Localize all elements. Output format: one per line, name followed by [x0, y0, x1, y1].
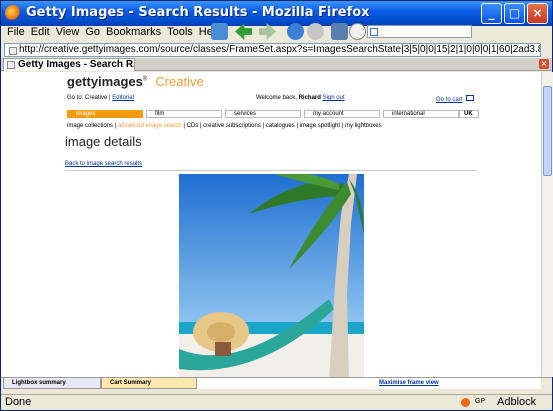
cart-summary-label: Cart Summary: [110, 380, 152, 386]
maximise-frame-link[interactable]: Maximise frame view: [379, 380, 439, 386]
logo-getty-text: gettyimages: [67, 74, 143, 89]
reload-icon[interactable]: [287, 23, 304, 40]
image-preview[interactable]: [179, 174, 364, 377]
stop-icon[interactable]: [307, 23, 324, 40]
tab-getty[interactable]: Getty Images - Search R...: [3, 58, 135, 71]
back-to-results-link[interactable]: Back to image search results: [65, 161, 142, 167]
address-bar-area: http://creative.gettyimages.com/source/c…: [1, 42, 552, 58]
user-name: Richard: [298, 95, 321, 101]
welcome-text: Welcome back, Richard Sign out: [256, 95, 345, 101]
search-engine-icon[interactable]: [370, 28, 378, 36]
cart-summary-tab[interactable]: Cart Summary: [101, 378, 197, 389]
tab-strip: Getty Images - Search R... ×: [1, 58, 552, 71]
page-content: gettyimages® Creative Go to: Creative | E…: [1, 72, 541, 377]
cart-icon[interactable]: [466, 95, 475, 101]
bottom-frame-body: Maximise frame view: [197, 378, 541, 389]
bottom-frame-bar: Lightbox summary Cart Summary Maximise f…: [1, 377, 552, 389]
tab-uk[interactable]: UK: [459, 110, 479, 118]
go-to-editorial-link[interactable]: Editorial: [112, 95, 134, 101]
go-to-bar: Go to: Creative | Editorial: [67, 95, 134, 101]
go-to-label: Go to:: [67, 95, 84, 101]
menu-bookmarks[interactable]: Bookmarks: [106, 26, 161, 38]
getty-logo[interactable]: gettyimages® Creative: [67, 74, 204, 89]
cart-link-wrap: Go to cart: [436, 95, 475, 103]
subnav-catalogues[interactable]: catalogues: [266, 123, 295, 129]
vertical-scrollbar[interactable]: [541, 72, 553, 377]
subnav-creative-subscriptions[interactable]: creative subscriptions: [203, 123, 261, 129]
minimize-button[interactable]: _: [481, 3, 502, 24]
subnav-cds[interactable]: CDs: [187, 123, 199, 129]
sub-nav: image collections | advanced image searc…: [67, 123, 382, 129]
tab-images[interactable]: images: [67, 110, 143, 118]
menu-view[interactable]: View: [56, 26, 80, 38]
address-input[interactable]: http://creative.gettyimages.com/source/c…: [4, 43, 541, 57]
gp-label[interactable]: GP: [475, 398, 485, 405]
tab-title: Getty Images - Search R...: [18, 59, 135, 70]
welcome-prefix: Welcome back,: [256, 95, 297, 101]
history-icon[interactable]: [349, 23, 366, 40]
sign-out-link[interactable]: Sign out: [323, 95, 345, 101]
mail-icon[interactable]: [211, 23, 228, 40]
tab-my-account[interactable]: my account: [304, 110, 380, 118]
subnav-advanced-search[interactable]: advanced image search: [118, 123, 182, 129]
firefox-status-icon: [461, 398, 470, 407]
url-text: http://creative.gettyimages.com/source/c…: [19, 44, 540, 55]
title-bar[interactable]: Getty Images - Search Results - Mozilla …: [1, 1, 552, 26]
tab-film[interactable]: film: [146, 110, 222, 118]
divider: [65, 170, 477, 171]
logo-creative-text: Creative: [155, 74, 204, 89]
adblock-label[interactable]: Adblock: [497, 396, 536, 408]
window-title: Getty Images - Search Results - Mozilla …: [26, 5, 370, 20]
beach-photo: [179, 174, 364, 377]
search-input[interactable]: [367, 25, 472, 38]
tab-close-icon[interactable]: ×: [539, 59, 549, 69]
status-bar: Done GP Adblock: [1, 394, 552, 410]
back-link-wrap: Back to image search results: [65, 161, 142, 167]
status-text: Done: [5, 396, 32, 408]
firefox-icon: [5, 5, 21, 21]
page-title: image details: [65, 134, 142, 149]
subnav-image-spotlight[interactable]: image spotlight: [300, 123, 340, 129]
page-icon: [9, 47, 17, 55]
menu-edit[interactable]: Edit: [31, 26, 50, 38]
tab-international[interactable]: international: [383, 110, 459, 118]
go-to-separator: |: [109, 95, 111, 101]
tab-services[interactable]: services: [225, 110, 301, 118]
go-to-creative: Creative: [85, 95, 108, 101]
maximize-button[interactable]: □: [504, 3, 525, 24]
bookmark-icon[interactable]: [331, 23, 348, 40]
subnav-image-collections[interactable]: image collections: [67, 123, 113, 129]
close-button[interactable]: ×: [527, 3, 548, 24]
lightbox-summary-label: Lightbox summary: [12, 380, 66, 386]
subnav-my-lightboxes[interactable]: my lightboxes: [345, 123, 382, 129]
menu-tools[interactable]: Tools: [167, 26, 193, 38]
menu-go[interactable]: Go: [85, 26, 100, 38]
scroll-thumb[interactable]: [543, 86, 552, 176]
browser-window: Getty Images - Search Results - Mozilla …: [0, 0, 553, 411]
go-to-cart-link[interactable]: Go to cart: [436, 97, 462, 103]
lightbox-summary-tab[interactable]: Lightbox summary: [3, 378, 101, 389]
tab-page-icon: [7, 61, 15, 69]
menu-file[interactable]: File: [7, 26, 25, 38]
